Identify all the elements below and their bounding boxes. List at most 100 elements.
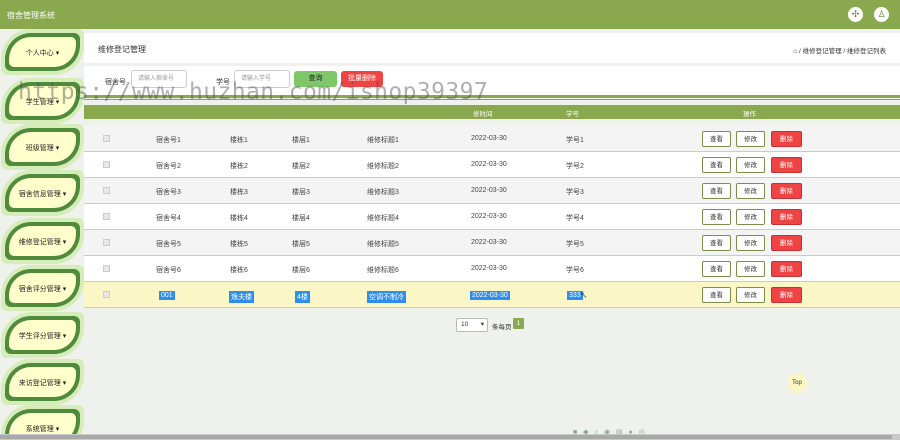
cell-building: 楼栋5 [230,241,248,248]
breadcrumb[interactable]: ⌂ / 维修登记管理 / 维修登记列表 [793,45,886,55]
page-size-select[interactable]: 10 ▾ [456,318,488,332]
edit-button[interactable]: 修改 [736,235,765,251]
col-header-student: 学号 [566,111,579,118]
delete-button[interactable]: 删除 [771,209,802,225]
cell-title: 维修标题4 [367,215,399,222]
cell-floor: 楼层4 [292,215,310,222]
view-button[interactable]: 查看 [702,235,731,251]
cell-time: 2022-03-30 [471,213,507,220]
cell-floor: 楼层3 [292,189,310,196]
back-to-top-button[interactable]: Top [787,373,807,393]
row-checkbox[interactable] [103,213,110,220]
cell-floor: 4楼 [295,291,310,303]
page-title: 维修登记管理 [98,45,146,54]
cell-time: 2022-03-30 [471,239,507,246]
page-header: 维修登记管理 ⌂ / 维修登记管理 / 维修登记列表 [84,33,900,63]
cell-dorm: 宿舍号3 [156,189,181,196]
table-row: 宿舍号6 楼栋6 楼层6 维修标题6 2022-03-30 学号6 查看 修改 … [84,256,900,282]
cell-title: 维修标题1 [367,137,399,144]
cell-title: 维修标题6 [367,267,399,274]
app-title: 宿舍管理系统 [7,11,55,20]
view-button[interactable]: 查看 [702,261,731,277]
table-row: 宿舍号4 楼栋4 楼层4 维修标题4 2022-03-30 学号4 查看 修改 … [84,204,900,230]
cell-dorm: 宿舍号4 [156,215,181,222]
edit-button[interactable]: 修改 [736,183,765,199]
cell-building: 楼栋4 [230,215,248,222]
cell-dorm: 001 [159,291,175,300]
delete-button[interactable]: 删除 [771,157,802,173]
view-button[interactable]: 查看 [702,157,731,173]
row-checkbox[interactable] [103,187,110,194]
table-header: 修时间 学号 操作 [84,105,900,119]
cell-building: 逸夫楼 [229,291,254,303]
cell-student: 学号6 [566,267,584,274]
sidebar-item-dorm-score[interactable]: 宿舍评分管理 ▾ [1,265,84,311]
cell-dorm: 宿舍号1 [156,137,181,144]
cell-floor: 楼层2 [292,163,310,170]
user-icon[interactable]: ♙ [874,7,889,22]
sidebar-item-dorm-info[interactable]: 宿舍信息管理 ▾ [1,170,84,216]
cell-dorm: 宿舍号2 [156,163,181,170]
cell-floor: 楼层1 [292,137,310,144]
view-button[interactable]: 查看 [702,131,731,147]
row-checkbox[interactable] [103,291,110,298]
main-content: 维修登记管理 ⌂ / 维修登记管理 / 维修登记列表 宿舍号 请输入宿舍号 学号… [84,29,900,440]
edit-button[interactable]: 修改 [736,261,765,277]
sidebar-item-visitors[interactable]: 来访登记管理 ▾ [1,359,84,405]
view-button[interactable]: 查看 [702,287,731,303]
cell-student: 学号5 [566,241,584,248]
table-row-selected: 001 逸夫楼 4楼 空调不制冷 2022-03-30 333 ↖ 查看 修改 … [84,282,900,308]
query-button[interactable]: 查询 [294,71,337,87]
cell-title: 维修标题5 [367,241,399,248]
cell-building: 楼栋3 [230,189,248,196]
mouse-cursor-icon: ↖ [580,290,588,300]
cell-building: 楼栋6 [230,267,248,274]
batch-delete-button[interactable]: 批量删除 [341,71,383,87]
page-size-unit: 条每页 [492,324,512,331]
edit-button[interactable]: 修改 [736,157,765,173]
delete-button[interactable]: 删除 [771,235,802,251]
divider [84,95,900,98]
table-row: 宿舍号2 楼栋2 楼层2 维修标题2 2022-03-30 学号2 查看 修改 … [84,152,900,178]
col-header-actions: 操作 [743,111,756,118]
search-bar: 宿舍号 请输入宿舍号 学号 请输入学号 查询 批量删除 [84,66,900,96]
cell-floor: 楼层5 [292,241,310,248]
dorm-label: 宿舍号 [105,79,126,86]
delete-button[interactable]: 删除 [771,261,802,277]
cell-time: 2022-03-30 [470,291,510,300]
cell-student: 学号3 [566,189,584,196]
student-input[interactable]: 请输入学号 [234,70,290,88]
row-checkbox[interactable] [103,135,110,142]
table-row: 宿舍号1 楼栋1 楼层1 维修标题1 2022-03-30 学号1 查看 修改 … [84,126,900,152]
row-checkbox[interactable] [103,161,110,168]
page-number-current[interactable]: 1 [513,318,524,329]
edit-button[interactable]: 修改 [736,287,765,303]
view-button[interactable]: 查看 [702,209,731,225]
view-button[interactable]: 查看 [702,183,731,199]
cell-time: 2022-03-30 [471,135,507,142]
sidebar-item-repair[interactable]: 维修登记管理 ▾ [1,218,84,264]
fullscreen-icon[interactable]: ✣ [848,7,863,22]
cell-student: 学号2 [566,163,584,170]
sidebar: 个人中心 ▾ 学生管理 ▾ 班级管理 ▾ 宿舍信息管理 ▾ 维修登记管理 ▾ 宿… [0,29,84,440]
sidebar-item-classes[interactable]: 班级管理 ▾ [1,124,84,170]
table-row: 宿舍号5 楼栋5 楼层5 维修标题5 2022-03-30 学号5 查看 修改 … [84,230,900,256]
delete-button[interactable]: 删除 [771,131,802,147]
table-row: 宿舍号3 楼栋3 楼层3 维修标题3 2022-03-30 学号3 查看 修改 … [84,178,900,204]
cell-student: 学号1 [566,137,584,144]
delete-button[interactable]: 删除 [771,183,802,199]
dorm-input[interactable]: 请输入宿舍号 [131,70,187,88]
horizontal-scrollbar[interactable] [0,434,900,440]
edit-button[interactable]: 修改 [736,209,765,225]
sidebar-item-student-score[interactable]: 学生评分管理 ▾ [1,312,84,358]
edit-button[interactable]: 修改 [736,131,765,147]
cell-student: 学号4 [566,215,584,222]
scrollbar-thumb[interactable] [0,435,892,439]
row-checkbox[interactable] [103,239,110,246]
sidebar-item-profile[interactable]: 个人中心 ▾ [1,29,84,75]
delete-button[interactable]: 删除 [771,287,802,303]
row-checkbox[interactable] [103,265,110,272]
sidebar-item-students[interactable]: 学生管理 ▾ [1,78,84,124]
cell-title: 空调不制冷 [367,291,406,303]
cell-dorm: 宿舍号5 [156,241,181,248]
